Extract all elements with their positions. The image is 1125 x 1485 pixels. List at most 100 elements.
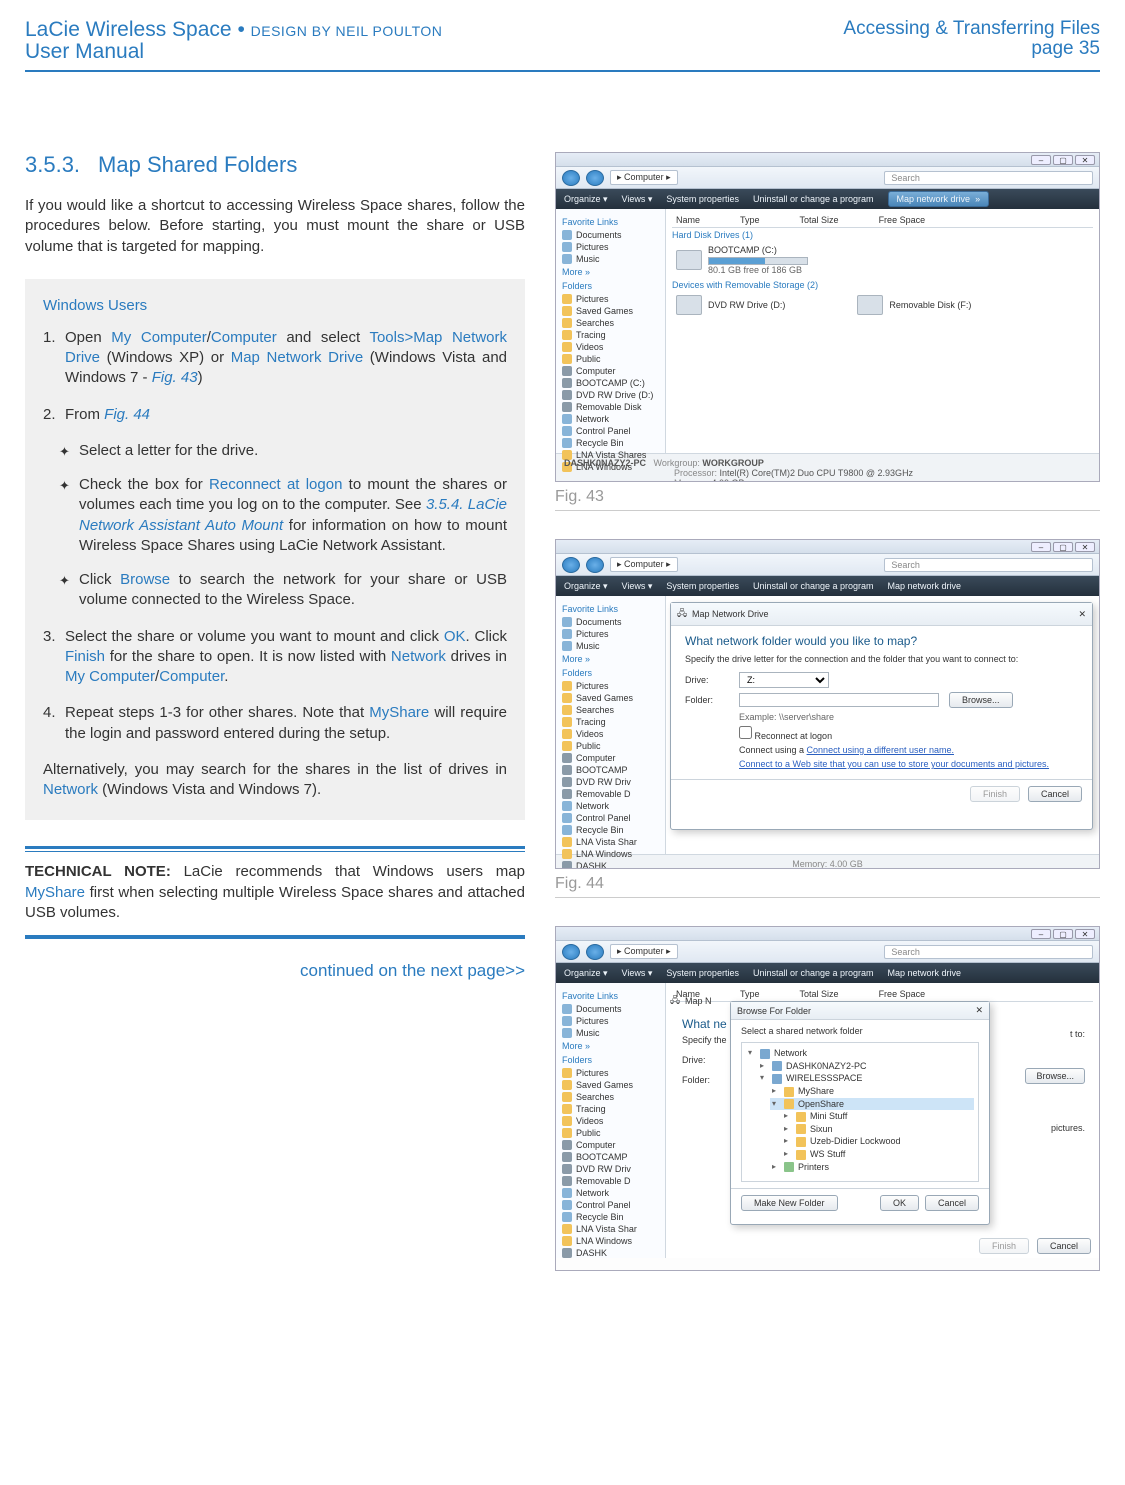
close-icon[interactable]: ✕	[1075, 542, 1095, 552]
sidebar-public[interactable]: Public	[560, 353, 661, 365]
drive-bootcamp[interactable]: BOOTCAMP (C:) 80.1 GB free of 186 GB	[672, 242, 1093, 278]
breadcrumb-computer[interactable]: ▸ Computer ▸	[610, 557, 678, 572]
outer-cancel-button[interactable]: Cancel	[1037, 1238, 1091, 1254]
sidebar-music[interactable]: Music	[560, 640, 661, 652]
browse-button-bg[interactable]: Browse...	[1025, 1068, 1085, 1084]
alternative-paragraph: Alternatively, you may search for the sh…	[43, 760, 507, 801]
sidebar-saved-games[interactable]: Saved Games	[560, 305, 661, 317]
toolbar-map-network-drive[interactable]: Map network drive »	[888, 191, 990, 207]
tree-pc[interactable]: DASHK0NAZY2-PC	[758, 1060, 974, 1073]
sidebar-searches[interactable]: Searches	[560, 317, 661, 329]
folder-input[interactable]	[739, 693, 939, 707]
diff-user-link[interactable]: Connect using a different user name.	[807, 745, 954, 755]
back-button-icon[interactable]	[562, 944, 580, 960]
header-right: Accessing & Transferring Files page 35	[843, 18, 1100, 60]
col-name[interactable]: Name	[676, 215, 700, 225]
back-button-icon[interactable]	[562, 170, 580, 186]
design-by: DESIGN BY NEIL POULTON	[251, 23, 443, 39]
finish-button[interactable]: Finish	[970, 786, 1020, 802]
max-icon[interactable]: ▢	[1053, 155, 1073, 165]
breadcrumb-computer[interactable]: ▸ Computer ▸	[610, 170, 678, 185]
sidebar-control-panel[interactable]: Control Panel	[560, 425, 661, 437]
reconnect-checkbox-row: Reconnect at logon	[739, 726, 1078, 741]
col-free[interactable]: Free Space	[879, 215, 926, 225]
figure-43-divider	[555, 510, 1100, 511]
tree-sixun[interactable]: Sixun	[782, 1123, 974, 1136]
toolbar-organize[interactable]: Organize ▾	[564, 194, 608, 205]
sidebar-folders-label: Folders	[562, 668, 661, 678]
min-icon[interactable]: –	[1031, 542, 1051, 552]
tree-uzeb[interactable]: Uzeb-Didier Lockwood	[782, 1135, 974, 1148]
toolbar-views[interactable]: Views ▾	[622, 581, 653, 592]
col-total[interactable]: Total Size	[800, 215, 839, 225]
ok-button[interactable]: OK	[880, 1195, 919, 1211]
explorer-main: Name Type Total Size Free Space 🖧 Map Ne…	[666, 596, 1099, 854]
website-link[interactable]: Connect to a Web site that you can use t…	[739, 759, 1078, 769]
max-icon[interactable]: ▢	[1053, 929, 1073, 939]
tree-printers[interactable]: Printers	[770, 1161, 974, 1174]
toolbar-sys-props[interactable]: System properties	[666, 581, 739, 591]
close-icon[interactable]: ✕	[1075, 929, 1095, 939]
sidebar-recycle[interactable]: Recycle Bin	[560, 437, 661, 449]
toolbar-map-network-drive[interactable]: Map network drive	[888, 581, 962, 591]
sidebar-more[interactable]: More »	[562, 267, 661, 277]
toolbar-organize[interactable]: Organize ▾	[564, 581, 608, 592]
tree-mini[interactable]: Mini Stuff	[782, 1110, 974, 1123]
cancel-button[interactable]: Cancel	[1028, 786, 1082, 802]
sidebar-removable[interactable]: Removable Disk	[560, 401, 661, 413]
toolbar-uninstall[interactable]: Uninstall or change a program	[753, 194, 874, 204]
link-network: Network	[391, 648, 446, 665]
toolbar-sys-props[interactable]: System properties	[666, 194, 739, 204]
tree-myshare[interactable]: MyShare	[770, 1085, 974, 1098]
close-icon[interactable]: ✕	[1075, 155, 1095, 165]
back-button-icon[interactable]	[562, 557, 580, 573]
dialog-close-icon[interactable]: ✕	[975, 1005, 983, 1016]
cancel-button[interactable]: Cancel	[925, 1195, 979, 1211]
drive-dvd[interactable]: DVD RW Drive (D:) Removable Disk (F:)	[672, 292, 1093, 318]
tree-network[interactable]: Network	[746, 1047, 974, 1060]
sidebar-bootcamp[interactable]: BOOTCAMP (C:)	[560, 377, 661, 389]
sidebar-computer[interactable]: Computer	[560, 365, 661, 377]
dialog-close-icon[interactable]: ✕	[1078, 609, 1086, 620]
make-new-folder-button[interactable]: Make New Folder	[741, 1195, 838, 1211]
max-icon[interactable]: ▢	[1053, 542, 1073, 552]
tree-openshare[interactable]: OpenShare	[770, 1098, 974, 1111]
toolbar: Organize ▾ Views ▾ System properties Uni…	[556, 576, 1099, 596]
diff-user-row: Connect using a Connect using a differen…	[739, 745, 1078, 755]
search-input[interactable]: Search	[884, 171, 1093, 185]
search-input[interactable]: Search	[884, 945, 1093, 959]
sidebar-pictures[interactable]: Pictures	[560, 241, 661, 253]
dialog-title-bar: 🖧 Map Network Drive ✕	[671, 603, 1092, 626]
sidebar-music[interactable]: Music	[560, 253, 661, 265]
sidebar-documents[interactable]: Documents	[560, 229, 661, 241]
search-input[interactable]: Search	[884, 558, 1093, 572]
sidebar-videos[interactable]: Videos	[560, 341, 661, 353]
bullet: •	[237, 18, 244, 41]
col-type[interactable]: Type	[740, 215, 760, 225]
manual-label: User Manual	[25, 40, 442, 64]
toolbar-views[interactable]: Views ▾	[622, 194, 653, 205]
forward-button-icon[interactable]	[586, 170, 604, 186]
folder-row: Folder: Browse...	[685, 692, 1078, 708]
sidebar-documents[interactable]: Documents	[560, 616, 661, 628]
sidebar-tracing[interactable]: Tracing	[560, 329, 661, 341]
sidebar-dvd[interactable]: DVD RW Drive (D:)	[560, 389, 661, 401]
link-computer-2: Computer	[159, 668, 224, 685]
breadcrumb-computer[interactable]: ▸ Computer ▸	[610, 944, 678, 959]
figure-43-caption: Fig. 43	[555, 488, 1100, 506]
sidebar-pictures-f[interactable]: Pictures	[560, 293, 661, 305]
sidebar-network[interactable]: Network	[560, 413, 661, 425]
drive-select[interactable]: Z:	[739, 672, 829, 688]
tree-wsstuff[interactable]: WS Stuff	[782, 1148, 974, 1161]
forward-button-icon[interactable]	[586, 557, 604, 573]
min-icon[interactable]: –	[1031, 929, 1051, 939]
reconnect-checkbox[interactable]	[739, 726, 752, 739]
tree-wirelessspace[interactable]: WIRELESSSPACE	[758, 1072, 974, 1085]
browse-button[interactable]: Browse...	[949, 692, 1013, 708]
outer-finish-button[interactable]: Finish	[979, 1238, 1029, 1254]
sidebar-pictures[interactable]: Pictures	[560, 628, 661, 640]
sidebar-more[interactable]: More »	[562, 654, 661, 664]
min-icon[interactable]: –	[1031, 155, 1051, 165]
toolbar-uninstall[interactable]: Uninstall or change a program	[753, 581, 874, 591]
forward-button-icon[interactable]	[586, 944, 604, 960]
